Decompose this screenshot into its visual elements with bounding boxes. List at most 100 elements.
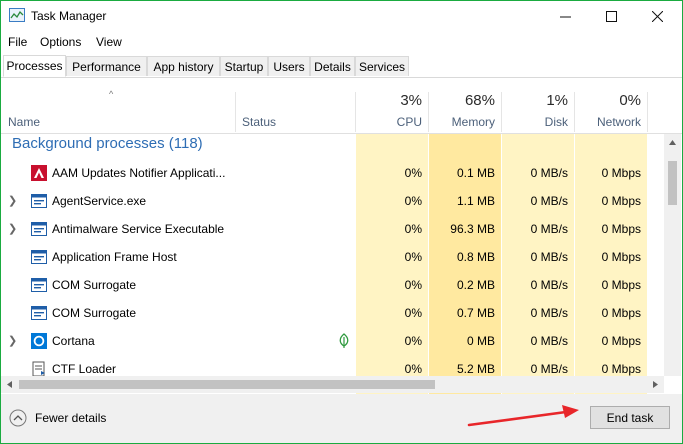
chevron-up-circle-icon[interactable] xyxy=(9,409,27,427)
memory-value: 0.7 MB xyxy=(456,306,495,320)
group-heading[interactable]: Background processes (118) xyxy=(12,135,203,152)
network-value: 0 Mbps xyxy=(601,334,641,348)
sort-up-icon[interactable]: ^ xyxy=(109,89,113,99)
column-divider xyxy=(428,92,429,132)
tab-details[interactable]: Details xyxy=(310,56,355,76)
window-app-icon xyxy=(31,277,47,293)
process-name: Application Frame Host xyxy=(52,250,177,264)
tab-performance[interactable]: Performance xyxy=(66,56,147,76)
process-name: AgentService.exe xyxy=(52,194,147,208)
disk-value: 0 MB/s xyxy=(530,166,568,180)
column-name[interactable]: Name xyxy=(8,115,40,129)
disk-value: 0 MB/s xyxy=(530,306,568,320)
title-bar[interactable]: Task Manager xyxy=(1,1,682,31)
leaf-icon xyxy=(338,333,350,352)
process-name: Antimalware Service Executable xyxy=(52,222,225,236)
maximize-icon xyxy=(605,10,617,22)
tab-app-history[interactable]: App history xyxy=(147,56,220,76)
maximize-button[interactable] xyxy=(588,1,634,31)
process-row[interactable]: ❯ Cortana 0% 0 MB 0 MB/s 0 Mbps xyxy=(1,327,661,355)
vertical-scrollbar[interactable] xyxy=(664,134,681,376)
column-cpu[interactable]: CPU xyxy=(361,115,422,129)
process-row[interactable]: ❯ Antimalware Service Executable 0% 96.3 MB… xyxy=(1,215,661,243)
window-app-icon xyxy=(31,249,47,265)
expand-chevron-icon[interactable]: ❯ xyxy=(8,215,17,243)
disk-value: 0 MB/s xyxy=(530,334,568,348)
close-icon xyxy=(651,10,663,22)
column-divider xyxy=(235,92,236,132)
menu-options[interactable]: Options xyxy=(40,35,81,49)
column-network[interactable]: Network xyxy=(580,115,641,129)
tab-processes[interactable]: Processes xyxy=(3,55,66,77)
memory-percent[interactable]: 68% xyxy=(434,92,495,109)
memory-value: 96.3 MB xyxy=(450,222,495,236)
column-memory[interactable]: Memory xyxy=(434,115,495,129)
column-disk[interactable]: Disk xyxy=(507,115,568,129)
process-row[interactable]: COM Surrogate 0% 0.7 MB 0 MB/s 0 Mbps xyxy=(1,299,661,327)
memory-value: 0.2 MB xyxy=(456,278,495,292)
cpu-value: 0% xyxy=(404,334,422,348)
process-row[interactable]: AAM Updates Notifier Applicati... 0% 0.1 M… xyxy=(1,159,661,187)
window-app-icon xyxy=(31,305,47,321)
minimize-button[interactable] xyxy=(542,1,588,31)
memory-value: 0.8 MB xyxy=(456,250,495,264)
network-value: 0 Mbps xyxy=(601,166,641,180)
menu-view[interactable]: View xyxy=(96,35,122,49)
horizontal-scrollbar[interactable] xyxy=(1,376,664,393)
cortana-icon xyxy=(31,333,47,349)
cpu-value: 0% xyxy=(404,278,422,292)
cpu-value: 0% xyxy=(404,222,422,236)
ctf-loader-icon xyxy=(31,361,47,377)
cpu-percent[interactable]: 3% xyxy=(361,92,422,109)
process-name: COM Surrogate xyxy=(52,278,137,292)
cpu-value: 0% xyxy=(404,306,422,320)
process-row[interactable]: ❯ AgentService.exe 0% 1.1 MB 0 MB/s 0 Mbps xyxy=(1,187,661,215)
memory-value: 1.1 MB xyxy=(456,194,495,208)
vertical-scroll-thumb[interactable] xyxy=(668,161,677,205)
cpu-value: 0% xyxy=(404,250,422,264)
scroll-right-icon[interactable] xyxy=(647,376,664,393)
end-task-button[interactable]: End task xyxy=(590,406,670,429)
window-app-icon xyxy=(31,221,47,237)
disk-value: 0 MB/s xyxy=(530,278,568,292)
process-row[interactable]: COM Surrogate 0% 0.2 MB 0 MB/s 0 Mbps xyxy=(1,271,661,299)
disk-percent[interactable]: 1% xyxy=(507,92,568,109)
column-header: ^ Name Status 3% CPU 68% Memory 1% Disk … xyxy=(1,78,682,134)
task-manager-icon xyxy=(9,8,25,22)
network-value: 0 Mbps xyxy=(601,278,641,292)
horizontal-scroll-thumb[interactable] xyxy=(19,380,435,389)
process-name: COM Surrogate xyxy=(52,306,137,320)
fewer-details-link[interactable]: Fewer details xyxy=(35,411,106,425)
memory-value: 0.1 MB xyxy=(456,166,495,180)
cpu-value: 0% xyxy=(404,194,422,208)
process-name: Cortana xyxy=(52,334,95,348)
column-divider xyxy=(355,92,356,132)
cpu-value: 0% xyxy=(404,166,422,180)
network-value: 0 Mbps xyxy=(601,194,641,208)
disk-value: 0 MB/s xyxy=(530,250,568,264)
column-divider xyxy=(574,92,575,132)
window-title: Task Manager xyxy=(31,9,107,23)
expand-chevron-icon[interactable]: ❯ xyxy=(8,327,17,355)
expand-chevron-icon[interactable]: ❯ xyxy=(8,187,17,215)
network-value: 0 Mbps xyxy=(601,222,641,236)
tab-services[interactable]: Services xyxy=(355,56,409,76)
tab-strip: Processes Performance App history Startu… xyxy=(1,55,682,78)
tab-users[interactable]: Users xyxy=(268,56,310,76)
menu-file[interactable]: File xyxy=(8,35,27,49)
column-status[interactable]: Status xyxy=(242,115,276,129)
task-manager-window: Task Manager File Options View Processes… xyxy=(0,0,683,444)
process-row[interactable]: Application Frame Host 0% 0.8 MB 0 MB/s 0 Mb… xyxy=(1,243,661,271)
adobe-icon xyxy=(31,165,47,181)
scroll-left-icon[interactable] xyxy=(1,376,18,393)
tab-startup[interactable]: Startup xyxy=(220,56,268,76)
close-button[interactable] xyxy=(634,1,680,31)
network-value: 0 Mbps xyxy=(601,250,641,264)
disk-value: 0 MB/s xyxy=(530,222,568,236)
network-percent[interactable]: 0% xyxy=(580,92,641,109)
annotation-arrow-icon xyxy=(467,405,579,427)
minimize-icon xyxy=(559,16,571,17)
scroll-up-icon[interactable] xyxy=(664,134,681,151)
column-divider xyxy=(647,92,648,132)
network-value: 0 Mbps xyxy=(601,306,641,320)
